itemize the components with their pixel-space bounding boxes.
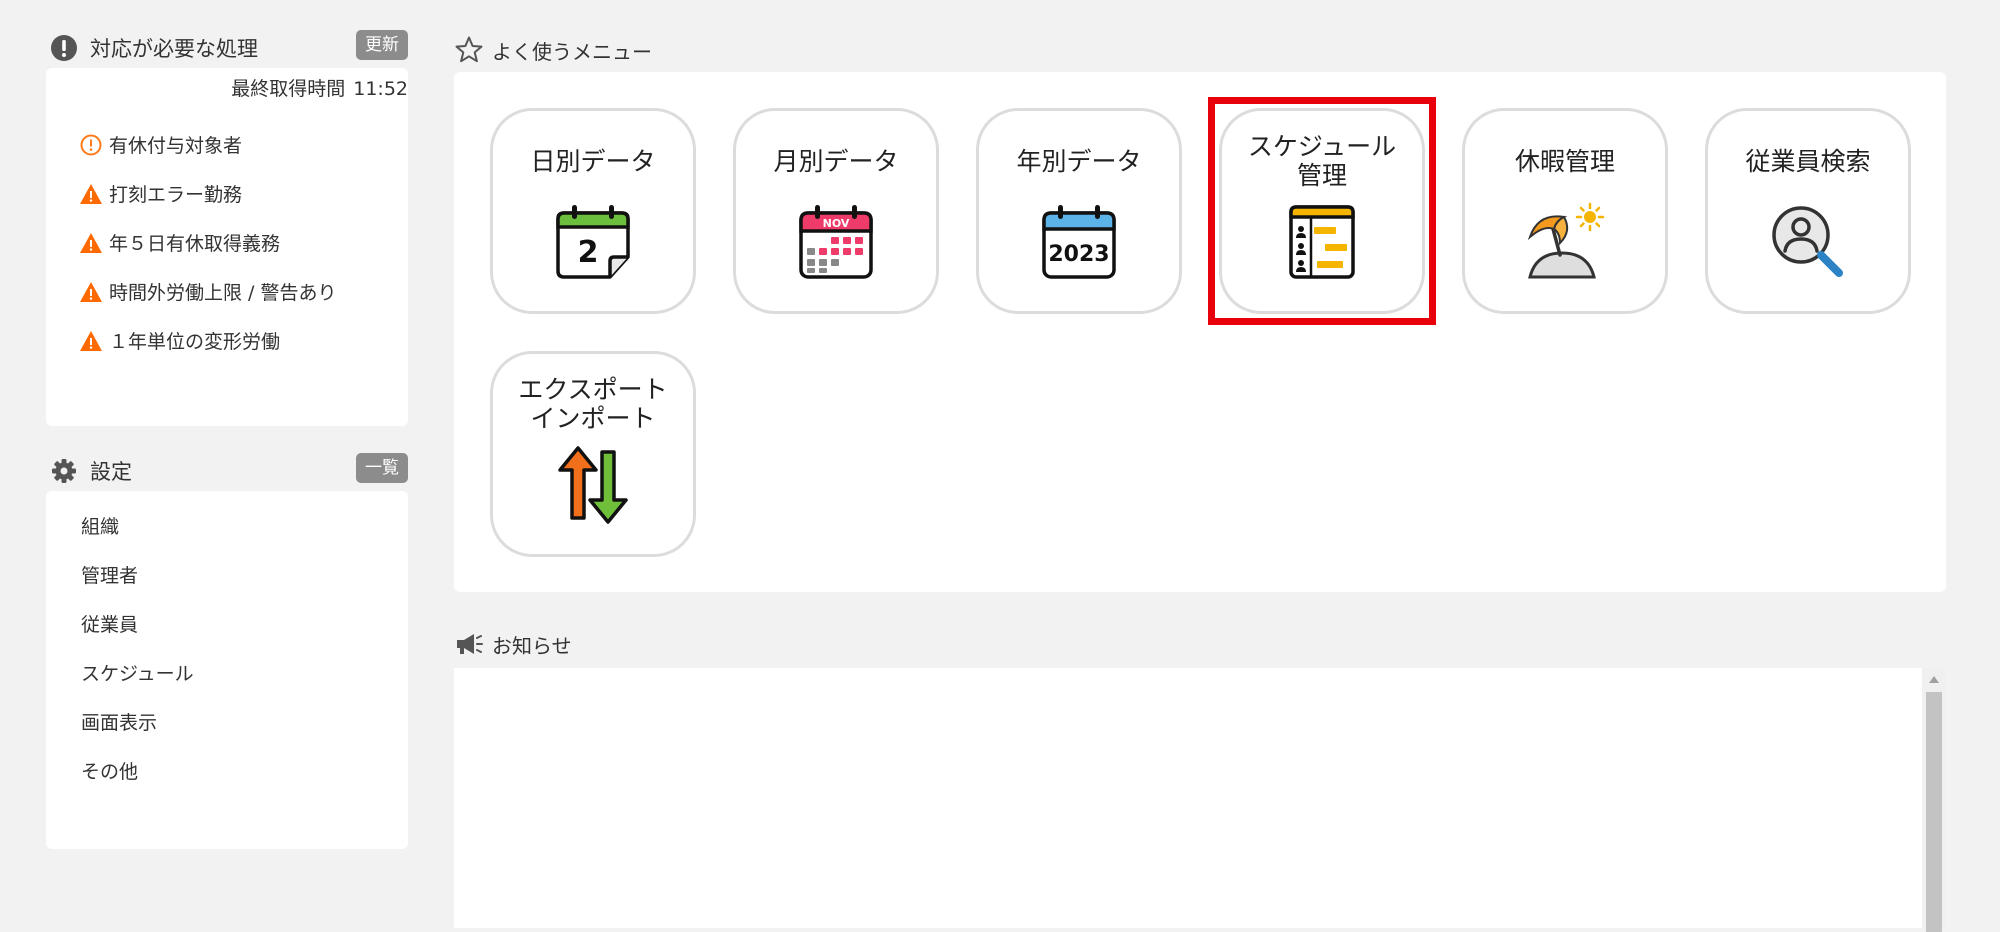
beach-umbrella-icon (1527, 202, 1605, 279)
warning-triangle-icon (80, 281, 102, 302)
settings-item-organization[interactable]: 組織 (81, 501, 408, 550)
scroll-thumb[interactable] (1926, 692, 1942, 932)
exclamation-circle-icon (51, 35, 77, 61)
tile-label: スケジュール 管理 (1247, 132, 1397, 190)
action-panel: 最終取得時間 11:52 有休付与対象者 打刻エラー勤務 年５日有休取得義務 時… (46, 68, 408, 426)
gear-icon (52, 459, 76, 483)
star-outline-icon (455, 36, 483, 63)
settings-item-admins[interactable]: 管理者 (81, 550, 408, 599)
tile-schedule-management[interactable]: スケジュール 管理 (1208, 97, 1436, 325)
settings-section: 設定 一覧 組織 管理者 従業員 スケジュール 画面表示 その他 (46, 451, 408, 849)
warning-triangle-icon (80, 183, 102, 204)
daily-calendar-icon: 2 (556, 205, 630, 279)
refresh-button[interactable]: 更新 (356, 30, 408, 60)
action-item-five-day-leave[interactable]: 年５日有休取得義務 (79, 218, 336, 267)
settings-list-button[interactable]: 一覧 (356, 453, 408, 483)
user-search-icon (1772, 206, 1843, 277)
tile-label: エクスポート インポート (518, 375, 668, 433)
tile-export-import[interactable]: エクスポート インポート (490, 351, 696, 557)
action-item-label: 有休付与対象者 (109, 135, 243, 157)
last-fetched-time: 最終取得時間 11:52 (231, 74, 408, 101)
settings-panel-header: 設定 一覧 (46, 451, 408, 491)
settings-item-display[interactable]: 画面表示 (81, 697, 408, 746)
svg-text:2: 2 (578, 235, 599, 270)
favorites-panel: 日別データ 2 月別データ NOV 年別データ 2023 スケジュール 管理 休… (454, 72, 1946, 592)
info-circle-icon (80, 134, 102, 155)
tile-label: 休暇管理 (1514, 146, 1615, 176)
favorites-title: よく使うメニュー (492, 39, 652, 64)
favorites-header: よく使うメニュー (454, 30, 1946, 70)
schedule-chart-icon (1289, 205, 1355, 279)
notices-panel (454, 668, 1946, 932)
megaphone-icon (457, 634, 483, 654)
action-item-clock-error[interactable]: 打刻エラー勤務 (79, 169, 336, 218)
right-column: よく使うメニュー 日別データ 2 月別データ NOV 年別データ 2023 スケ… (454, 30, 1946, 932)
yearly-calendar-icon: 2023 (1042, 205, 1116, 279)
action-list: 有休付与対象者 打刻エラー勤務 年５日有休取得義務 時間外労働上限 / 警告あり… (79, 120, 336, 365)
warning-triangle-icon (80, 330, 102, 351)
warning-triangle-icon (80, 232, 102, 253)
tile-label: 月別データ (773, 146, 899, 176)
action-item-paid-leave-grant[interactable]: 有休付与対象者 (79, 120, 336, 169)
settings-item-schedule[interactable]: スケジュール (81, 648, 408, 697)
scroll-up-arrow-icon[interactable] (1929, 676, 1939, 683)
left-column: 対応が必要な処理 更新 最終取得時間 11:52 有休付与対象者 打刻エラー勤務… (46, 28, 408, 849)
action-panel-title: 対応が必要な処理 (90, 37, 258, 61)
notices-scrollbar[interactable] (1922, 668, 1946, 932)
action-item-label: 年５日有休取得義務 (109, 233, 281, 255)
notices-header: お知らせ (454, 624, 1946, 664)
settings-panel: 組織 管理者 従業員 スケジュール 画面表示 その他 (46, 491, 408, 849)
action-item-label: 時間外労働上限 / 警告あり (109, 282, 337, 304)
tile-monthly-data[interactable]: 月別データ NOV (733, 108, 939, 314)
tile-employee-search[interactable]: 従業員検索 (1705, 108, 1911, 314)
action-item-label: 打刻エラー勤務 (109, 184, 243, 206)
settings-item-other[interactable]: その他 (81, 746, 408, 795)
settings-list: 組織 管理者 従業員 スケジュール 画面表示 その他 (46, 501, 408, 795)
last-fetched-label: 最終取得時間 (231, 78, 346, 100)
tile-label: 従業員検索 (1745, 146, 1871, 176)
tile-label: 日別データ (530, 146, 656, 176)
settings-item-employees[interactable]: 従業員 (81, 599, 408, 648)
action-item-yearly-variable-labor[interactable]: １年単位の変形労働 (79, 316, 336, 365)
export-import-arrows-icon (558, 446, 628, 524)
month-text: NOV (823, 217, 850, 230)
action-panel-header: 対応が必要な処理 更新 (46, 28, 408, 68)
action-item-overtime-limit[interactable]: 時間外労働上限 / 警告あり (79, 267, 336, 316)
tile-daily-data[interactable]: 日別データ 2 (490, 108, 696, 314)
tile-label: 年別データ (1016, 146, 1142, 176)
tile-yearly-data[interactable]: 年別データ 2023 (976, 108, 1182, 314)
settings-panel-title: 設定 (90, 460, 132, 484)
tile-vacation-management[interactable]: 休暇管理 (1462, 108, 1668, 314)
year-text: 2023 (1048, 242, 1109, 267)
monthly-calendar-icon: NOV (799, 205, 873, 279)
notices-title: お知らせ (492, 633, 572, 658)
action-item-label: １年単位の変形労働 (109, 331, 281, 353)
last-fetched-value: 11:52 (353, 78, 408, 100)
